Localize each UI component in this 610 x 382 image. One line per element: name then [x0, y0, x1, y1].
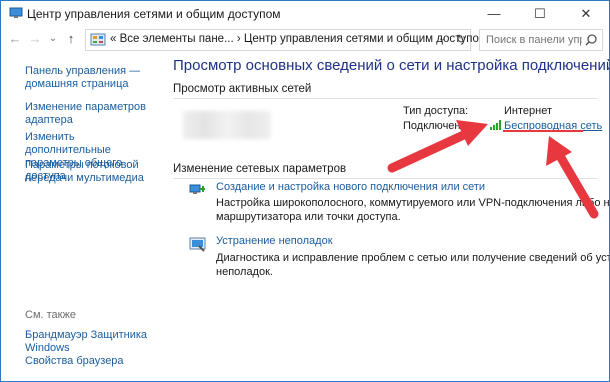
access-type-label: Тип доступа: — [403, 105, 469, 117]
sidebar-link-firewall[interactable]: Брандмауэр Защитника Windows — [25, 329, 153, 355]
troubleshoot-icon — [189, 237, 206, 252]
search-icon[interactable] — [584, 33, 598, 47]
arrow-right-icon[interactable]: → — [27, 31, 43, 47]
new-connection-icon — [189, 184, 205, 194]
troubleshoot-desc-line-1: Диагностика и исправление проблем с сеть… — [216, 252, 609, 264]
address-row: ← → ⌄ ↑ « Все элементы пане... › Центр у… — [1, 27, 609, 53]
page-title: Просмотр основных сведений о сети и наст… — [173, 57, 610, 74]
refresh-icon[interactable]: ↻ — [456, 32, 466, 46]
new-connection-desc-line-1: Настройка широкополосного, коммутируемог… — [216, 197, 610, 209]
control-panel-icon — [90, 33, 106, 46]
minimize-button[interactable]: — — [471, 1, 517, 27]
connections-label: Подключения: — [403, 120, 476, 132]
sidebar-link-home[interactable]: Панель управления — домашняя страница — [25, 65, 153, 91]
title-bar: Центр управления сетями и общим доступом… — [1, 1, 609, 27]
troubleshoot-link[interactable]: Устранение неполадок — [216, 235, 333, 247]
new-connection-link[interactable]: Создание и настройка нового подключения … — [216, 181, 485, 193]
chevron-down-icon[interactable]: ⌄ — [45, 31, 61, 47]
active-networks-heading: Просмотр активных сетей — [173, 83, 312, 95]
maximize-button[interactable]: ☐ — [517, 1, 563, 27]
troubleshoot-desc-line-2: неполадок. — [216, 266, 273, 278]
sidebar-link-browser-properties[interactable]: Свойства браузера — [25, 355, 153, 368]
breadcrumb[interactable]: « Все элементы пане... › Центр управлени… — [110, 33, 494, 45]
sidebar-link-adapter-settings[interactable]: Изменение параметров адаптера — [25, 101, 153, 127]
see-also-heading: См. также — [25, 309, 76, 321]
arrow-up-icon[interactable]: ↑ — [63, 31, 79, 47]
network-name-blurred — [183, 111, 271, 139]
wifi-signal-icon — [490, 120, 502, 130]
close-button[interactable]: ✕ — [563, 1, 609, 27]
search-box[interactable] — [479, 29, 603, 51]
address-bar[interactable]: « Все элементы пане... › Центр управлени… — [85, 29, 494, 51]
window: Центр управления сетями и общим доступом… — [0, 0, 610, 382]
sidebar-link-media-streaming[interactable]: Параметры потоковой передачи мультимедиа — [25, 159, 153, 185]
highlight-underline — [503, 130, 583, 132]
change-settings-divider — [173, 178, 597, 179]
new-connection-desc-line-2: маршрутизатора или точки доступа. — [216, 211, 401, 223]
change-settings-heading: Изменение сетевых параметров — [173, 163, 347, 175]
main-panel: Просмотр основных сведений о сети и наст… — [161, 53, 609, 381]
network-center-icon — [9, 7, 23, 18]
arrow-left-icon[interactable]: ← — [7, 31, 23, 47]
window-title: Центр управления сетями и общим доступом — [27, 7, 281, 21]
active-networks-divider — [173, 98, 597, 99]
access-type-value: Интернет — [504, 105, 552, 117]
search-input[interactable] — [484, 32, 584, 48]
sidebar: Панель управления — домашняя страница Из… — [1, 53, 159, 381]
address-dropdown-icon[interactable]: ⌄ — [438, 33, 446, 44]
